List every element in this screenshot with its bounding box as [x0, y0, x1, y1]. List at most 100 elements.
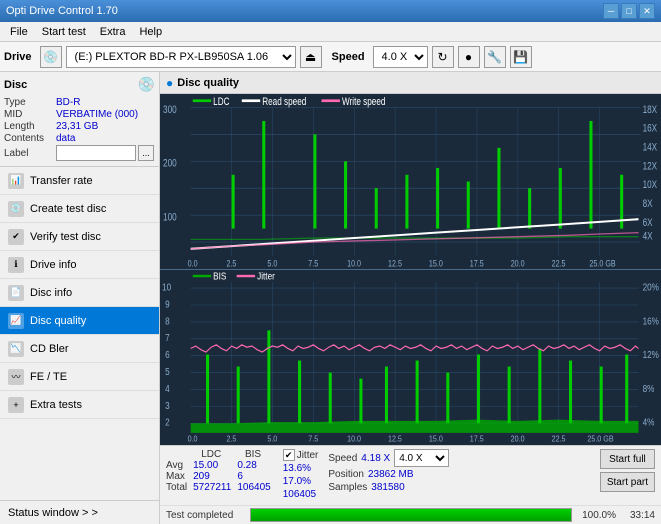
menu-start-test[interactable]: Start test — [36, 24, 92, 40]
speed-label: Speed — [332, 51, 365, 63]
svg-text:BIS: BIS — [213, 271, 226, 282]
label-browse-button[interactable]: ... — [138, 145, 154, 161]
eject-button[interactable]: ⏏ — [300, 46, 322, 68]
position-label: Position — [328, 469, 364, 480]
menu-file[interactable]: File — [4, 24, 34, 40]
nav-label: Create test disc — [30, 203, 106, 215]
menu-bar: File Start test Extra Help — [0, 22, 661, 42]
progress-area: Test completed 100.0% 33:14 — [160, 505, 661, 524]
speed-dropdown[interactable]: 4.0 X — [394, 449, 449, 467]
refresh-button[interactable]: ↻ — [432, 46, 454, 68]
sidebar-item-fe-te[interactable]: 〰 FE / TE — [0, 363, 159, 391]
transfer-rate-icon: 📊 — [8, 173, 24, 189]
speed-select[interactable]: 4.0 X — [373, 46, 428, 68]
action-buttons: Start full Start part — [600, 449, 655, 492]
sidebar-item-disc-quality[interactable]: 📈 Disc quality — [0, 307, 159, 335]
svg-text:10: 10 — [162, 282, 171, 293]
sidebar-item-create-test-disc[interactable]: 💿 Create test disc — [0, 195, 159, 223]
close-button[interactable]: ✕ — [639, 3, 655, 19]
type-val: BD-R — [56, 97, 80, 108]
start-part-button[interactable]: Start part — [600, 472, 655, 492]
jitter-checkbox[interactable]: ✔ — [283, 449, 295, 461]
svg-text:7: 7 — [165, 333, 170, 344]
content-area: ● Disc quality — [160, 72, 661, 524]
sidebar-item-disc-info[interactable]: 📄 Disc info — [0, 279, 159, 307]
total-ldc: 5727211 — [193, 482, 237, 493]
progress-percent: 100.0% — [576, 510, 616, 521]
svg-text:0.0: 0.0 — [188, 434, 199, 444]
contents-key: Contents — [4, 133, 56, 144]
svg-text:100: 100 — [163, 212, 177, 224]
total-label: Total — [166, 482, 193, 493]
menu-extra[interactable]: Extra — [94, 24, 132, 40]
toolbar: Drive 💿 (E:) PLEXTOR BD-R PX-LB950SA 1.0… — [0, 42, 661, 72]
main-content: Disc 💿 Type BD-R MID VERBATIMe (000) Len… — [0, 72, 661, 524]
total-samples: 106405 — [283, 489, 319, 500]
jitter-label: Jitter — [297, 450, 319, 461]
sidebar-item-verify-test-disc[interactable]: ✔ Verify test disc — [0, 223, 159, 251]
max-ldc: 209 — [193, 471, 237, 482]
svg-text:300: 300 — [163, 104, 177, 116]
drive-info-icon: ℹ — [8, 257, 24, 273]
start-full-button[interactable]: Start full — [600, 449, 655, 469]
svg-text:12%: 12% — [643, 349, 659, 360]
drive-icon-button[interactable]: 💿 — [40, 46, 62, 68]
svg-text:6X: 6X — [643, 217, 654, 229]
minimize-button[interactable]: ─ — [603, 3, 619, 19]
ldc-chart-svg: 300 200 100 18X 16X 14X 12X 10X 8X 6X 4X — [160, 94, 661, 269]
avg-label: Avg — [166, 460, 193, 471]
svg-text:Jitter: Jitter — [257, 271, 275, 282]
menu-help[interactable]: Help — [133, 24, 168, 40]
svg-text:4: 4 — [165, 383, 170, 394]
svg-text:4X: 4X — [643, 230, 654, 242]
drive-label: Drive — [4, 51, 32, 63]
svg-text:5.0: 5.0 — [267, 257, 277, 268]
title-bar: Opti Drive Control 1.70 ─ □ ✕ — [0, 0, 661, 22]
svg-text:15.0: 15.0 — [429, 434, 443, 444]
extra-tests-icon: + — [8, 397, 24, 413]
svg-text:4%: 4% — [643, 417, 655, 428]
length-key: Length — [4, 121, 56, 132]
svg-text:7.5: 7.5 — [308, 434, 319, 444]
stats-area: LDC BIS Avg 15.00 0.28 Max 209 — [160, 445, 661, 505]
maximize-button[interactable]: □ — [621, 3, 637, 19]
nav-label: Disc info — [30, 287, 72, 299]
sidebar-item-transfer-rate[interactable]: 📊 Transfer rate — [0, 167, 159, 195]
disc-button[interactable]: ● — [458, 46, 480, 68]
svg-text:8X: 8X — [643, 198, 654, 210]
sidebar-item-cd-bler[interactable]: 📉 CD Bler — [0, 335, 159, 363]
status-window-button[interactable]: Status window > > — [0, 500, 159, 524]
sidebar-item-drive-info[interactable]: ℹ Drive info — [0, 251, 159, 279]
svg-text:5.0: 5.0 — [267, 434, 278, 444]
window-controls: ─ □ ✕ — [603, 3, 655, 19]
save-button[interactable]: 💾 — [510, 46, 532, 68]
svg-text:Read speed: Read speed — [262, 96, 306, 108]
disc-quality-icon: 📈 — [8, 313, 24, 329]
nav-label: Disc quality — [30, 315, 86, 327]
svg-text:15.0: 15.0 — [429, 257, 443, 268]
svg-text:16X: 16X — [643, 123, 658, 135]
bis-chart-panel: 10 9 8 7 6 5 4 3 2 20% 16% 12% 8% 4% — [160, 270, 661, 445]
chart-header: ● Disc quality — [160, 72, 661, 94]
svg-text:9: 9 — [165, 299, 170, 310]
svg-text:12.5: 12.5 — [388, 434, 402, 444]
tools-button[interactable]: 🔧 — [484, 46, 506, 68]
svg-text:6: 6 — [165, 349, 170, 360]
charts-container: 300 200 100 18X 16X 14X 12X 10X 8X 6X 4X — [160, 94, 661, 445]
sidebar-item-extra-tests[interactable]: + Extra tests — [0, 391, 159, 419]
disc-icon: 💿 — [138, 76, 155, 93]
verify-test-disc-icon: ✔ — [8, 229, 24, 245]
label-input[interactable] — [56, 145, 136, 161]
length-val: 23,31 GB — [56, 121, 98, 132]
speed-display: 4.18 X — [361, 453, 390, 464]
svg-text:10.0: 10.0 — [347, 257, 361, 268]
nav-label: Transfer rate — [30, 175, 93, 187]
cd-bler-icon: 📉 — [8, 341, 24, 357]
svg-text:8%: 8% — [643, 383, 655, 394]
nav-label: Verify test disc — [30, 231, 101, 243]
svg-text:Write speed: Write speed — [342, 96, 385, 108]
svg-text:14X: 14X — [643, 142, 658, 154]
drive-select[interactable]: (E:) PLEXTOR BD-R PX-LB950SA 1.06 — [66, 46, 296, 68]
type-key: Type — [4, 97, 56, 108]
svg-text:12X: 12X — [643, 160, 658, 172]
